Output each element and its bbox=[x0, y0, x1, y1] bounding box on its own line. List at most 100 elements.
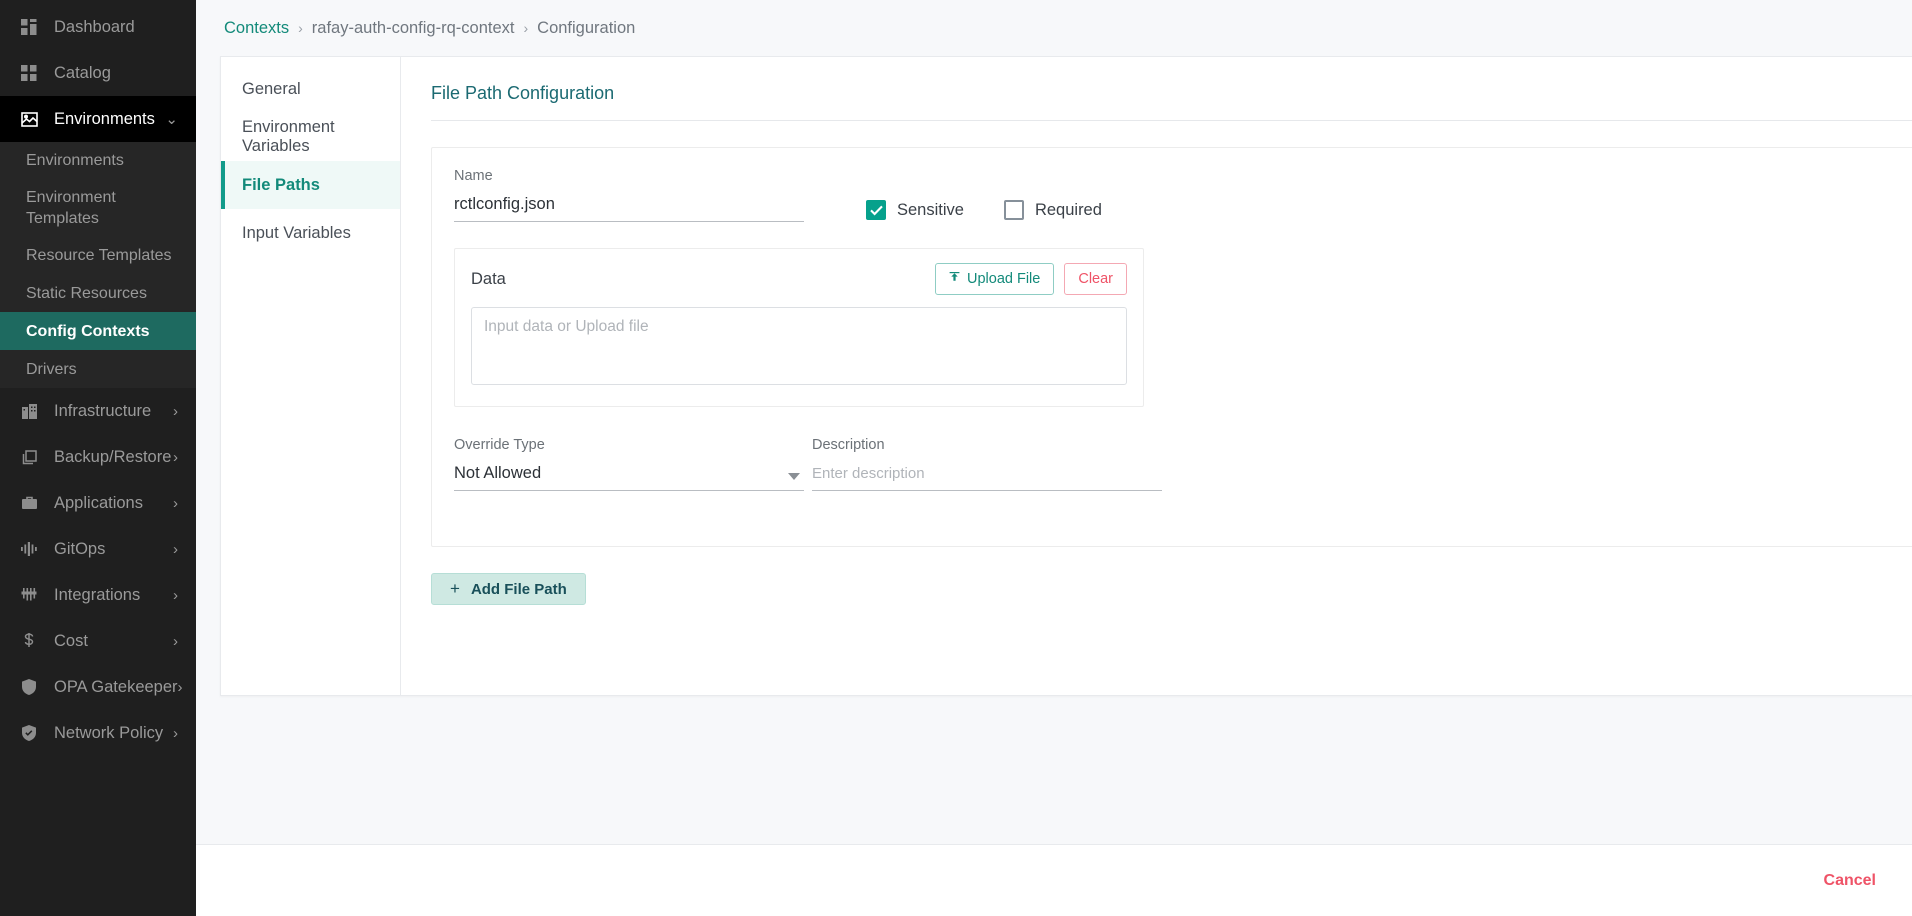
tab-general[interactable]: General bbox=[221, 65, 400, 113]
sidebar-item-cost[interactable]: Cost › bbox=[0, 618, 196, 664]
sidebar-item-label: Applications bbox=[54, 493, 143, 512]
required-label: Required bbox=[1034, 200, 1102, 219]
override-type-select[interactable] bbox=[454, 462, 804, 491]
breadcrumb-contexts-link[interactable]: Contexts bbox=[224, 19, 289, 38]
page-title: File Path Configuration bbox=[431, 83, 615, 103]
chevron-right-icon: › bbox=[173, 448, 178, 466]
data-textarea[interactable] bbox=[471, 307, 1127, 385]
sidebar-subitem-label: Static Resources bbox=[26, 284, 147, 302]
chevron-right-icon: › bbox=[177, 678, 183, 696]
sidebar-subitem-config-contexts[interactable]: Config Contexts bbox=[0, 312, 196, 351]
sidebar-item-catalog[interactable]: Catalog bbox=[0, 50, 196, 96]
tab-input-variables[interactable]: Input Variables bbox=[221, 209, 400, 257]
dashboard-icon bbox=[18, 16, 40, 38]
sidebar-item-gitops[interactable]: GitOps › bbox=[0, 526, 196, 572]
sidebar-subitem-label: Resource Templates bbox=[26, 246, 172, 264]
chevron-right-icon: › bbox=[173, 632, 178, 650]
chevron-right-icon: › bbox=[173, 494, 178, 512]
sidebar-item-applications[interactable]: Applications › bbox=[0, 480, 196, 526]
chevron-right-icon: › bbox=[173, 402, 178, 420]
main-content: Contexts › rafay-auth-config-rq-context … bbox=[196, 0, 1912, 916]
sidebar-item-label: OPA Gatekeeper bbox=[54, 677, 178, 696]
tab-label: General bbox=[242, 79, 301, 98]
description-input[interactable] bbox=[812, 462, 1162, 491]
chevron-right-icon: › bbox=[173, 724, 178, 742]
tab-label: File Paths bbox=[242, 175, 320, 194]
description-field-group: Description bbox=[812, 437, 1162, 491]
sidebar-item-label: Infrastructure bbox=[54, 401, 152, 420]
upload-icon bbox=[949, 272, 960, 286]
sidebar-subitem-label: Environments bbox=[26, 152, 124, 170]
sidebar-subitem-static-resources[interactable]: Static Resources bbox=[0, 274, 196, 313]
sidebar-subitem-label: Drivers bbox=[26, 360, 77, 378]
description-label: Description bbox=[812, 437, 885, 453]
sidebar-subitem-environments[interactable]: Environments bbox=[0, 142, 196, 180]
file-path-form-panel: File Path Configuration Name rctlconfig.… bbox=[401, 57, 1912, 695]
checkbox-unchecked-icon bbox=[1003, 200, 1024, 220]
cost-icon bbox=[18, 630, 40, 652]
name-field-group: Name bbox=[454, 168, 804, 222]
network-policy-icon bbox=[18, 722, 40, 744]
sidebar-subitem-label: Environment Templates bbox=[26, 189, 116, 228]
clear-label: Clear bbox=[1078, 271, 1113, 287]
integrations-icon bbox=[18, 584, 40, 606]
override-type-label: Override Type bbox=[454, 437, 545, 453]
backup-restore-icon bbox=[18, 446, 40, 468]
sidebar-item-environments[interactable]: Environments ⌄ bbox=[0, 96, 196, 142]
sidebar-item-label: Network Policy bbox=[54, 723, 164, 742]
sidebar-item-label: GitOps bbox=[54, 539, 106, 558]
sidebar-item-label: Environments bbox=[54, 109, 155, 128]
sidebar-subitem-environment-templates[interactable]: Environment Templates bbox=[0, 180, 196, 237]
page-body: General Environment Variables File Paths… bbox=[196, 56, 1912, 916]
sidebar-item-network-policy[interactable]: Network Policy › bbox=[0, 710, 196, 756]
gitops-icon bbox=[18, 538, 40, 560]
sidebar-item-opa-gatekeeper[interactable]: OPA Gatekeeper › bbox=[0, 664, 196, 710]
sidebar-item-label: Integrations bbox=[54, 585, 141, 604]
sidebar: Dashboard Catalog Environments ⌄ Environ… bbox=[0, 0, 196, 916]
data-section: Data Upload File Clear bbox=[454, 248, 1144, 407]
breadcrumb-current-page: Configuration bbox=[537, 18, 636, 37]
sidebar-item-integrations[interactable]: Integrations › bbox=[0, 572, 196, 618]
infrastructure-icon bbox=[18, 400, 40, 422]
breadcrumb-separator: › bbox=[523, 20, 529, 36]
breadcrumb-context-name[interactable]: rafay-auth-config-rq-context bbox=[312, 19, 515, 38]
add-file-path-label: Add File Path bbox=[470, 580, 567, 598]
tab-label: Environment Variables bbox=[242, 118, 335, 155]
applications-icon bbox=[18, 492, 40, 514]
required-checkbox[interactable]: Required bbox=[1003, 200, 1102, 220]
sidebar-item-label: Catalog bbox=[54, 63, 111, 82]
name-label: Name bbox=[454, 168, 493, 184]
configuration-card: General Environment Variables File Paths… bbox=[220, 56, 1912, 696]
chevron-right-icon: › bbox=[173, 540, 178, 558]
flag-checkbox-group: Sensitive Required bbox=[866, 200, 1142, 222]
sensitive-checkbox[interactable]: Sensitive bbox=[866, 200, 964, 220]
sidebar-subitem-drivers[interactable]: Drivers bbox=[0, 350, 196, 389]
clear-button[interactable]: Clear bbox=[1064, 263, 1127, 295]
chevron-down-icon: ⌄ bbox=[165, 110, 178, 128]
breadcrumb-separator: › bbox=[298, 20, 303, 36]
sidebar-subitem-resource-templates[interactable]: Resource Templates bbox=[0, 236, 196, 275]
data-label: Data bbox=[471, 269, 506, 288]
name-and-flags-row: Name Sensitive bbox=[454, 168, 1912, 222]
tab-environment-variables[interactable]: Environment Variables bbox=[221, 113, 400, 161]
cancel-button[interactable]: Cancel bbox=[1824, 872, 1876, 890]
upload-file-label: Upload File bbox=[967, 271, 1041, 287]
sidebar-item-dashboard[interactable]: Dashboard bbox=[0, 4, 196, 50]
sidebar-item-label: Cost bbox=[54, 631, 88, 650]
override-description-row: Override Type Description bbox=[454, 437, 1912, 491]
add-file-path-button[interactable]: + Add File Path bbox=[431, 573, 586, 605]
plus-icon: + bbox=[450, 579, 460, 598]
sidebar-item-infrastructure[interactable]: Infrastructure › bbox=[0, 388, 196, 434]
upload-file-button[interactable]: Upload File bbox=[935, 263, 1055, 295]
sidebar-item-label: Backup/Restore bbox=[54, 447, 172, 466]
sidebar-item-backup-restore[interactable]: Backup/Restore › bbox=[0, 434, 196, 480]
tab-file-paths[interactable]: File Paths bbox=[221, 161, 400, 209]
catalog-icon bbox=[18, 62, 40, 84]
data-section-header: Data Upload File Clear bbox=[471, 263, 1127, 295]
opa-gatekeeper-icon bbox=[18, 676, 40, 698]
title-divider bbox=[431, 120, 1912, 121]
breadcrumb: Contexts › rafay-auth-config-rq-context … bbox=[196, 0, 1912, 56]
app-root: Dashboard Catalog Environments ⌄ Environ… bbox=[0, 0, 1912, 916]
name-input[interactable] bbox=[454, 193, 804, 222]
sidebar-item-label: Dashboard bbox=[54, 17, 135, 36]
